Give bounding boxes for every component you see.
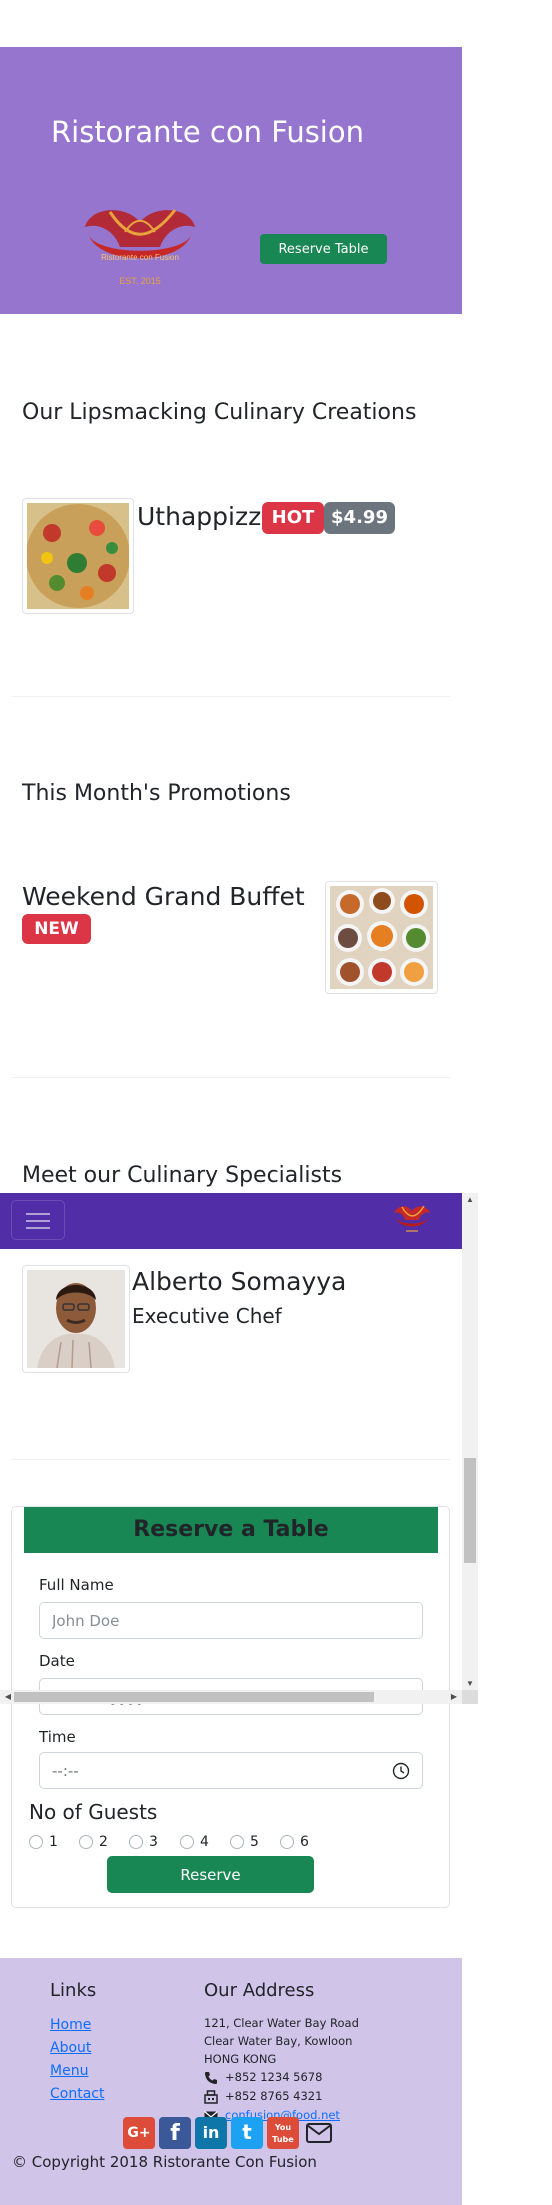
dishes-heading: Our Lipsmacking Culinary Creations <box>22 400 417 425</box>
dish-name: Uthappizza <box>137 502 277 531</box>
reserve-table-card: Reserve a Table Full Name Date Time --:-… <box>11 1506 450 1908</box>
footer-link-menu[interactable]: Menu <box>50 2063 88 2079</box>
address-line-2: Clear Water Bay, Kowloon <box>204 2034 353 2048</box>
fullname-label: Full Name <box>39 1576 114 1594</box>
linkedin-icon[interactable]: in <box>195 2117 227 2149</box>
footer-link-contact[interactable]: Contact <box>50 2086 104 2102</box>
navbar-logo-icon[interactable] <box>392 1203 432 1237</box>
menu-icon <box>26 1213 50 1215</box>
address-line-1: 121, Clear Water Bay Road <box>204 2016 359 2030</box>
buffet-image <box>325 881 438 994</box>
fax-icon <box>204 2090 218 2104</box>
reserve-card-title: Reserve a Table <box>24 1507 438 1553</box>
google-plus-icon[interactable]: G+ <box>123 2117 155 2149</box>
chef-role: Executive Chef <box>132 1304 282 1328</box>
chef-photo <box>22 1265 130 1373</box>
new-badge: NEW <box>22 914 91 944</box>
scroll-up-arrow-icon[interactable]: ▲ <box>462 1193 478 1207</box>
facebook-icon[interactable]: f <box>159 2117 191 2149</box>
divider <box>12 1459 450 1460</box>
promotion-name: Weekend Grand Buffet <box>22 882 305 911</box>
reserve-submit-button[interactable]: Reserve <box>107 1856 314 1893</box>
time-placeholder: --:-- <box>52 1762 79 1780</box>
radio-label: 1 <box>49 1834 58 1850</box>
time-label: Time <box>39 1728 76 1746</box>
radio-label: 2 <box>99 1834 108 1850</box>
phone-icon <box>205 2072 217 2084</box>
divider <box>12 696 450 697</box>
price-badge: $4.99 <box>324 502 395 534</box>
radio-label: 4 <box>200 1834 209 1850</box>
leadership-heading: Meet our Culinary Specialists <box>22 1163 343 1188</box>
scroll-right-arrow-icon[interactable]: ▶ <box>446 1690 462 1704</box>
vertical-scrollbar[interactable]: ▲ ▼ <box>462 1193 478 1692</box>
vertical-scroll-thumb[interactable] <box>464 1458 476 1563</box>
radio-circle <box>280 1835 294 1849</box>
radio-circle <box>29 1835 43 1849</box>
menu-toggle-button[interactable] <box>11 1200 65 1240</box>
footer-link-home[interactable]: Home <box>50 2017 91 2033</box>
radio-circle <box>230 1835 244 1849</box>
radio-circle <box>129 1835 143 1849</box>
footer-link-about[interactable]: About <box>50 2040 91 2056</box>
radio-label: 5 <box>250 1834 259 1850</box>
scrollbar-corner <box>462 1690 478 1704</box>
youtube-icon[interactable]: You Tube <box>267 2117 299 2149</box>
time-input[interactable]: --:-- <box>39 1752 423 1789</box>
horizontal-scroll-thumb[interactable] <box>14 1692 374 1702</box>
radio-circle <box>180 1835 194 1849</box>
promotions-heading: This Month's Promotions <box>22 781 291 806</box>
divider <box>12 1077 450 1078</box>
footer-address-heading: Our Address <box>204 1980 315 2001</box>
menu-icon <box>26 1220 50 1222</box>
radio-label: 6 <box>300 1834 309 1850</box>
jumbotron-title: Ristorante con Fusion <box>51 115 364 149</box>
radio-circle <box>79 1835 93 1849</box>
copyright: © Copyright 2018 Ristorante Con Fusion <box>12 2153 317 2171</box>
logo-text-bottom: EST. 2015 <box>119 276 161 286</box>
clock-icon <box>392 1762 410 1780</box>
navbar <box>0 1193 462 1249</box>
horizontal-scrollbar[interactable]: ◀ ▶ <box>0 1690 462 1704</box>
restaurant-logo-icon: Ristorante con Fusion EST. 2015 <box>85 209 195 286</box>
fax-number: +852 8765 4321 <box>225 2089 323 2103</box>
scroll-down-arrow-icon[interactable]: ▼ <box>462 1677 478 1691</box>
guests-label: No of Guests <box>29 1800 158 1824</box>
jumbotron: Ristorante con Fusion Ristorante con Fus… <box>0 47 462 314</box>
reserve-table-button[interactable]: Reserve Table <box>260 234 387 264</box>
hot-badge: HOT <box>262 502 324 534</box>
fullname-input[interactable] <box>39 1602 423 1639</box>
chef-name: Alberto Somayya <box>132 1267 347 1296</box>
date-label: Date <box>39 1652 75 1670</box>
twitter-icon[interactable]: t <box>231 2117 263 2149</box>
logo-text-top: Ristorante con Fusion <box>101 253 179 262</box>
uthappizza-image <box>22 498 134 614</box>
menu-icon <box>26 1227 50 1229</box>
radio-label: 3 <box>149 1834 158 1850</box>
address-line-3: HONG KONG <box>204 2052 277 2066</box>
phone-number: +852 1234 5678 <box>225 2070 323 2084</box>
mail-icon[interactable] <box>305 2121 333 2145</box>
footer-links-heading: Links <box>50 1980 97 2001</box>
page: Ristorante con Fusion Ristorante con Fus… <box>0 0 552 2205</box>
